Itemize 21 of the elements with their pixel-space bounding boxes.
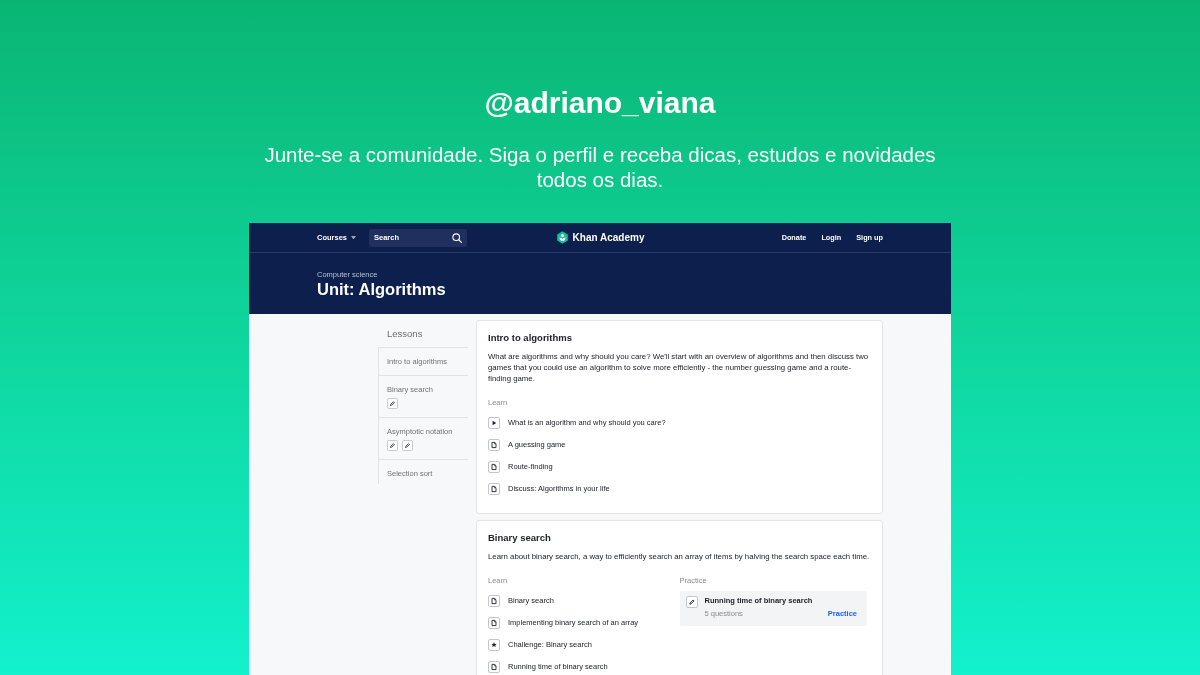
search-icon[interactable] bbox=[452, 232, 462, 243]
unit-title: Unit: Algorithms bbox=[317, 280, 446, 298]
pencil-icon[interactable] bbox=[387, 440, 398, 451]
document-icon bbox=[488, 461, 500, 473]
sidebar-heading: Lessons bbox=[378, 320, 468, 348]
profile-handle: @adriano_viana bbox=[484, 85, 716, 121]
document-icon bbox=[488, 483, 500, 495]
document-icon bbox=[488, 439, 500, 451]
tagline: Junte-se a comunidade. Siga o perfil e receba dicas, estudos e novidades todos os dias. bbox=[263, 142, 937, 192]
pencil-icon[interactable] bbox=[387, 398, 398, 409]
site-logo[interactable]: Khan Academy bbox=[555, 231, 645, 244]
play-icon bbox=[488, 417, 500, 429]
document-icon bbox=[488, 595, 500, 607]
hexagon-icon bbox=[555, 231, 569, 244]
lesson-title: Intro to algorithms bbox=[488, 331, 573, 344]
lesson-title: Binary search bbox=[488, 531, 552, 544]
pencil-icon bbox=[685, 596, 698, 608]
star-icon bbox=[488, 639, 500, 651]
pencil-icon[interactable] bbox=[402, 440, 413, 451]
caret-icon bbox=[351, 235, 356, 240]
document-icon bbox=[488, 617, 500, 629]
